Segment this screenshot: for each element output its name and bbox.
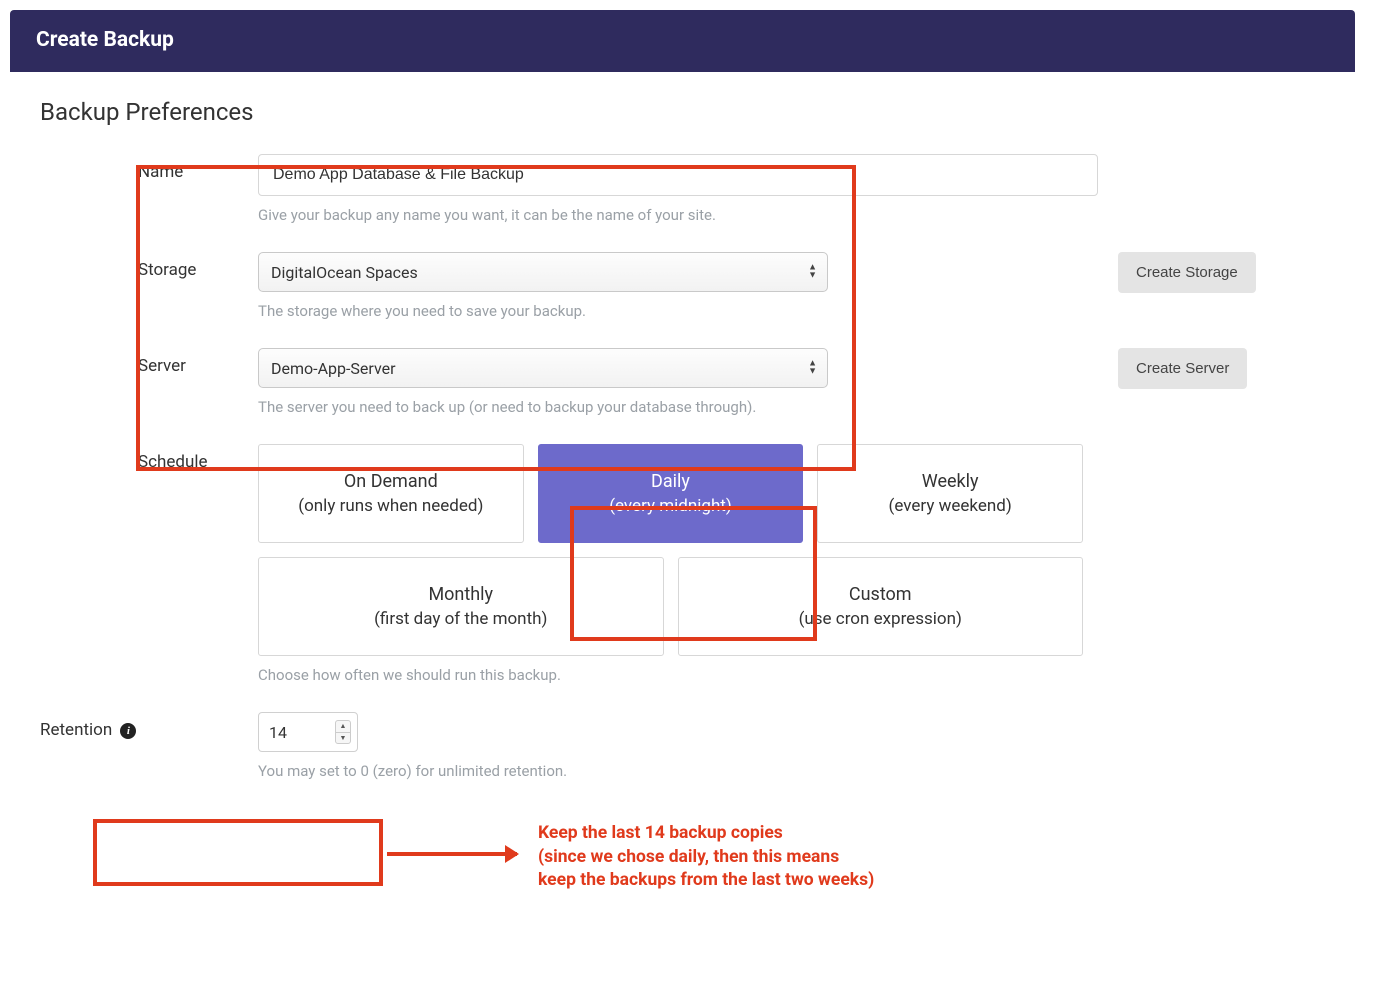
row-name: Name Give your backup any name you want,… xyxy=(138,154,1325,224)
server-select[interactable]: Demo-App-Server ▲▼ xyxy=(258,348,828,388)
info-icon[interactable]: i xyxy=(120,723,136,739)
row-schedule: Schedule On Demand (only runs when neede… xyxy=(138,444,1325,684)
label-schedule: Schedule xyxy=(138,444,258,472)
schedule-option-sub: (use cron expression) xyxy=(689,609,1073,629)
storage-select-value: DigitalOcean Spaces xyxy=(271,263,418,282)
row-retention: Retention i 14 ▲ ▼ You may set to 0 (zer… xyxy=(40,712,1325,780)
annotation-line: Keep the last 14 backup copies xyxy=(538,823,783,843)
schedule-option-title: On Demand xyxy=(269,471,513,492)
row-storage: Storage DigitalOcean Spaces ▲▼ The stora… xyxy=(138,252,1325,320)
content-area: Backup Preferences Name Give your backup… xyxy=(10,72,1355,796)
label-storage: Storage xyxy=(138,252,258,280)
page-root: Keep the last 14 backup copies (since we… xyxy=(10,10,1355,796)
name-helper: Give your backup any name you want, it c… xyxy=(258,206,1098,224)
schedule-helper: Choose how often we should run this back… xyxy=(258,666,1098,684)
page-header: Create Backup xyxy=(10,10,1355,72)
schedule-option-sub: (every midnight) xyxy=(549,496,793,516)
spinner-up-icon[interactable]: ▲ xyxy=(336,721,350,733)
row-server: Server Demo-App-Server ▲▼ The server you… xyxy=(138,348,1325,416)
schedule-option-on-demand[interactable]: On Demand (only runs when needed) xyxy=(258,444,524,543)
schedule-option-sub: (every weekend) xyxy=(828,496,1072,516)
schedule-option-title: Weekly xyxy=(828,471,1072,492)
annotation-text: Keep the last 14 backup copies (since we… xyxy=(538,822,998,893)
schedule-option-custom[interactable]: Custom (use cron expression) xyxy=(678,557,1084,656)
retention-input[interactable]: 14 ▲ ▼ xyxy=(258,712,358,752)
highlight-retention-box xyxy=(93,819,383,886)
schedule-option-monthly[interactable]: Monthly (first day of the month) xyxy=(258,557,664,656)
storage-helper: The storage where you need to save your … xyxy=(258,302,1098,320)
annotation-arrow xyxy=(387,852,517,856)
schedule-option-sub: (first day of the month) xyxy=(269,609,653,629)
schedule-option-sub: (only runs when needed) xyxy=(269,496,513,516)
name-input[interactable] xyxy=(258,154,1098,196)
server-helper: The server you need to back up (or need … xyxy=(258,398,1098,416)
schedule-option-title: Monthly xyxy=(269,584,653,605)
retention-value: 14 xyxy=(269,723,287,742)
spinner-down-icon[interactable]: ▼ xyxy=(336,733,350,744)
schedule-option-daily[interactable]: Daily (every midnight) xyxy=(538,444,804,543)
server-select-value: Demo-App-Server xyxy=(271,359,396,378)
schedule-option-title: Daily xyxy=(549,471,793,492)
label-retention: Retention i xyxy=(40,712,258,740)
page-title: Create Backup xyxy=(36,28,174,52)
schedule-grid: On Demand (only runs when needed) Daily … xyxy=(258,444,1083,656)
create-storage-button[interactable]: Create Storage xyxy=(1118,252,1256,293)
label-name: Name xyxy=(138,154,258,182)
chevron-updown-icon: ▲▼ xyxy=(808,361,817,376)
chevron-updown-icon: ▲▼ xyxy=(808,265,817,280)
section-title: Backup Preferences xyxy=(40,98,1325,126)
retention-label-text: Retention xyxy=(40,720,112,740)
annotation-line: keep the backups from the last two weeks… xyxy=(538,870,874,890)
form-area: Name Give your backup any name you want,… xyxy=(40,154,1325,780)
label-server: Server xyxy=(138,348,258,376)
spinner-icon[interactable]: ▲ ▼ xyxy=(335,720,351,744)
schedule-option-weekly[interactable]: Weekly (every weekend) xyxy=(817,444,1083,543)
schedule-option-title: Custom xyxy=(689,584,1073,605)
retention-helper: You may set to 0 (zero) for unlimited re… xyxy=(258,762,1098,780)
annotation-line: (since we chose daily, then this means xyxy=(538,847,839,867)
storage-select[interactable]: DigitalOcean Spaces ▲▼ xyxy=(258,252,828,292)
create-server-button[interactable]: Create Server xyxy=(1118,348,1247,389)
